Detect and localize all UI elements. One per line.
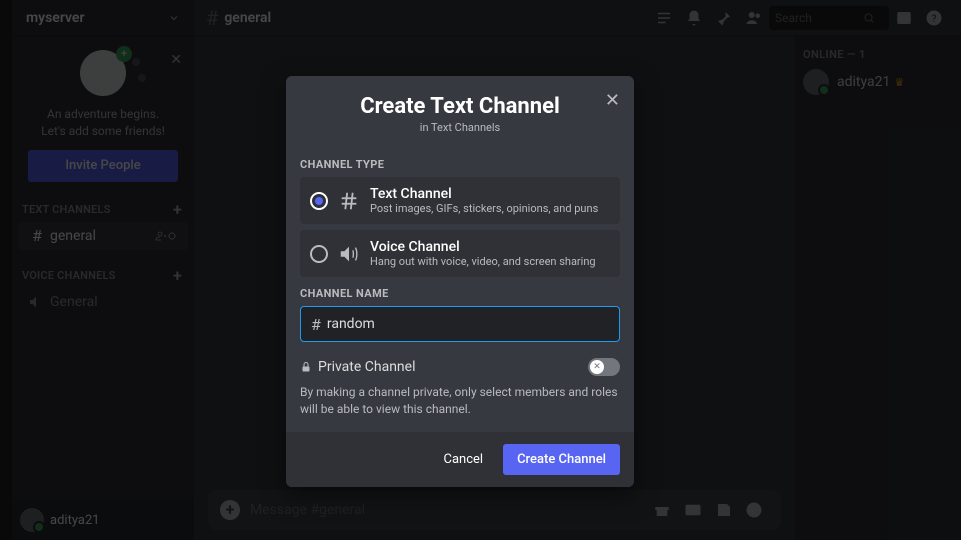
modal-title: Create Text Channel — [302, 94, 618, 119]
modal-subtitle: in Text Channels — [302, 121, 618, 134]
channel-name-input-wrap[interactable]: # — [300, 306, 620, 342]
close-icon[interactable]: ✕ — [605, 90, 620, 111]
lock-icon — [300, 361, 312, 373]
private-toggle[interactable]: ✕ — [588, 358, 620, 376]
type-desc: Hang out with voice, video, and screen s… — [370, 255, 596, 268]
channel-type-text[interactable]: Text Channel Post images, GIFs, stickers… — [300, 177, 620, 224]
radio-text[interactable] — [310, 192, 328, 210]
channel-name-label: CHANNEL NAME — [300, 287, 620, 300]
hash-icon: # — [311, 315, 321, 334]
type-desc: Post images, GIFs, stickers, opinions, a… — [370, 202, 598, 215]
channel-type-voice[interactable]: Voice Channel Hang out with voice, video… — [300, 230, 620, 277]
create-channel-modal: ✕ Create Text Channel in Text Channels C… — [286, 76, 634, 487]
radio-voice[interactable] — [310, 245, 328, 263]
type-title: Voice Channel — [370, 239, 596, 255]
type-title: Text Channel — [370, 186, 598, 202]
hash-icon — [338, 190, 360, 212]
channel-name-input[interactable] — [327, 316, 609, 332]
speaker-icon — [338, 243, 360, 265]
create-channel-button[interactable]: Create Channel — [503, 444, 620, 475]
private-channel-label: Private Channel — [318, 359, 588, 375]
channel-type-label: CHANNEL TYPE — [300, 158, 620, 171]
cancel-button[interactable]: Cancel — [435, 444, 491, 475]
private-description: By making a channel private, only select… — [300, 384, 620, 418]
